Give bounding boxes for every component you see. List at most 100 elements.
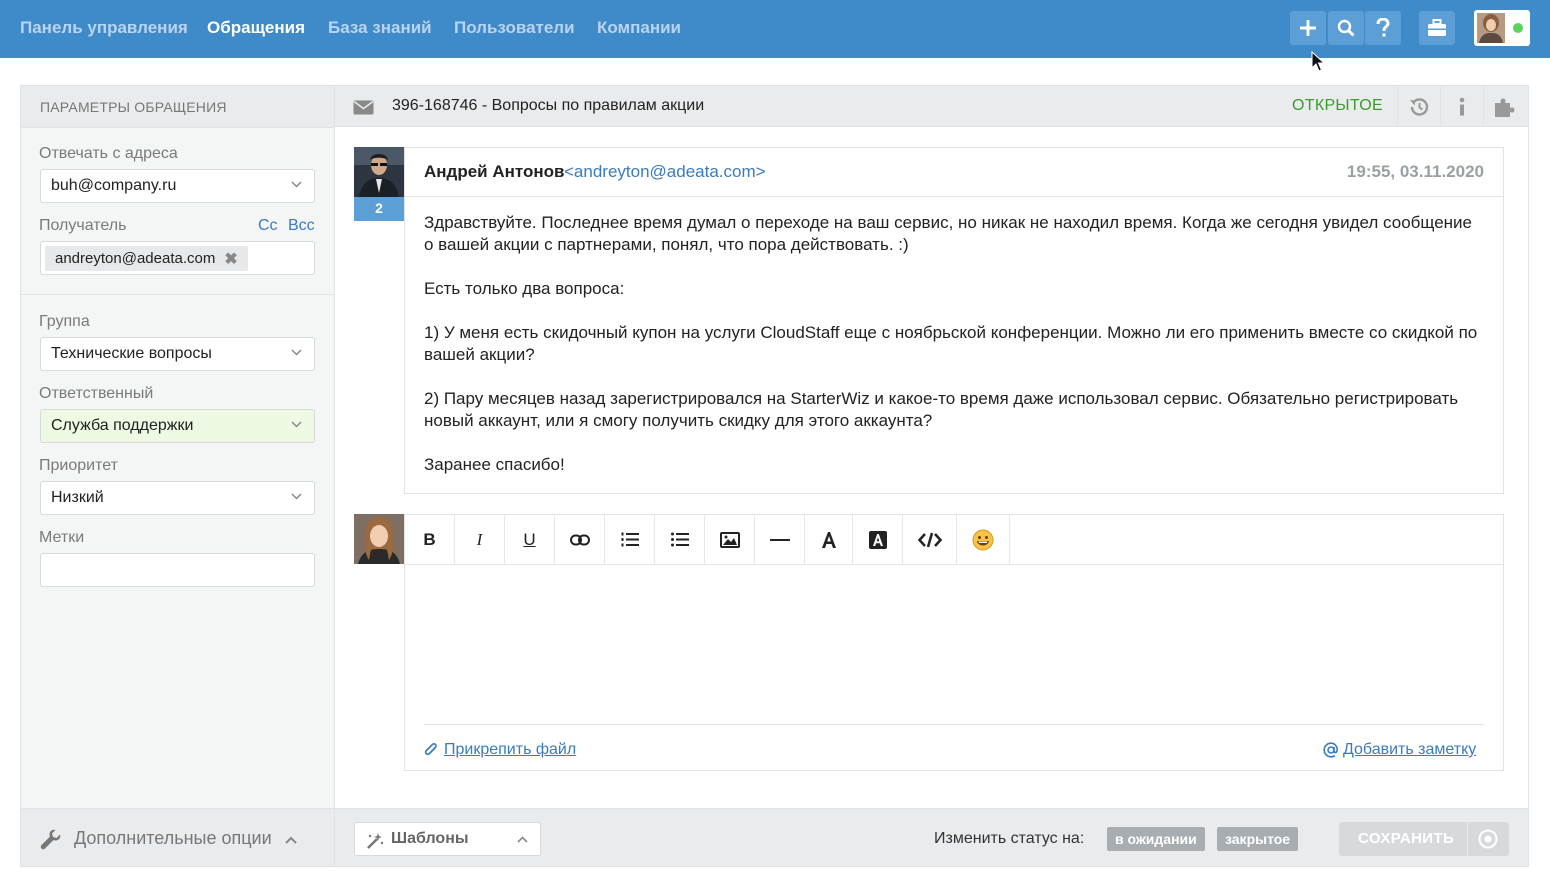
avatar bbox=[1477, 13, 1505, 43]
underline-icon: U bbox=[523, 529, 536, 549]
link-icon bbox=[569, 534, 590, 545]
briefcase-icon bbox=[1428, 19, 1446, 36]
ticket-action-bar: Шаблоны Изменить статус на: в ожидании з… bbox=[335, 808, 1528, 866]
tags-input[interactable] bbox=[40, 553, 315, 587]
insert-image-button[interactable] bbox=[705, 515, 755, 564]
search-button[interactable] bbox=[1328, 11, 1364, 45]
tags-label: Метки bbox=[39, 529, 85, 546]
save-button[interactable]: СОХРАНИТЬ bbox=[1339, 822, 1509, 856]
underline-button[interactable]: U bbox=[505, 515, 555, 564]
cc-link[interactable]: Cc bbox=[258, 217, 278, 235]
message-paragraph: 2) Пару месяцев назад зарегистрировался … bbox=[424, 389, 1459, 430]
add-button[interactable] bbox=[1290, 11, 1326, 45]
extra-options-toggle[interactable]: Дополнительные опции bbox=[21, 808, 334, 866]
chevron-up-icon bbox=[517, 836, 528, 843]
plugins-button[interactable] bbox=[1483, 86, 1526, 127]
agent-avatar bbox=[354, 514, 404, 564]
chevron-down-icon bbox=[291, 421, 302, 428]
assignee-label: Ответственный bbox=[39, 385, 154, 402]
sidebar-divider bbox=[21, 294, 334, 295]
reply-text-area[interactable] bbox=[424, 575, 1484, 725]
group-value: Технические вопросы bbox=[51, 345, 212, 362]
horizontal-rule-icon bbox=[769, 538, 790, 541]
message-author-email[interactable]: <andreyton@adeata.com> bbox=[564, 162, 766, 182]
message-timestamp: 19:55, 03.11.2020 bbox=[1346, 162, 1484, 181]
sidebar-title: ПАРАМЕТРЫ ОБРАЩЕНИЯ bbox=[40, 99, 227, 115]
assignee-value: Служба поддержки bbox=[51, 417, 194, 434]
at-sign-icon bbox=[1323, 742, 1338, 758]
priority-select[interactable]: Низкий bbox=[40, 481, 315, 515]
nav-item-tickets[interactable]: Обращения bbox=[207, 18, 305, 38]
record-icon[interactable] bbox=[1478, 829, 1498, 849]
message-body: Здравствуйте. Последнее время думал о пе… bbox=[424, 212, 1484, 498]
briefcase-button[interactable] bbox=[1419, 11, 1455, 45]
info-icon bbox=[1459, 97, 1465, 115]
italic-button[interactable]: I bbox=[455, 515, 505, 564]
assignee-select[interactable]: Служба поддержки bbox=[40, 409, 315, 443]
ticket-status-badge: ОТКРЫТОЕ bbox=[1292, 97, 1383, 114]
editor-toolbar: B I U bbox=[405, 515, 1503, 565]
ticket-title: 396-168746 - Вопросы по правилам акции bbox=[392, 97, 705, 114]
bold-button[interactable]: B bbox=[405, 515, 455, 564]
reply-editor: B I U Прикрепить файл Добавить заметку bbox=[404, 514, 1504, 771]
status-pending-button[interactable]: в ожидании bbox=[1107, 827, 1205, 851]
priority-value: Низкий bbox=[51, 489, 104, 506]
code-icon bbox=[917, 532, 942, 547]
chevron-down-icon bbox=[291, 349, 302, 356]
ordered-list-button[interactable] bbox=[605, 515, 655, 564]
paperclip-icon bbox=[424, 743, 437, 756]
chevron-up-icon bbox=[285, 836, 297, 844]
nav-item-companies[interactable]: Компании bbox=[597, 18, 681, 38]
remove-recipient-icon[interactable]: ✖ bbox=[224, 249, 237, 269]
templates-dropdown[interactable]: Шаблоны bbox=[354, 822, 541, 856]
chevron-down-icon bbox=[291, 493, 302, 500]
background-color-button[interactable] bbox=[853, 515, 903, 564]
reply-from-select[interactable]: buh@company.ru bbox=[40, 169, 315, 203]
bullet-list-button[interactable] bbox=[655, 515, 705, 564]
horizontal-rule-button[interactable] bbox=[755, 515, 805, 564]
image-icon bbox=[719, 531, 740, 548]
recipient-label: Получатель bbox=[39, 217, 127, 234]
customer-avatar bbox=[354, 147, 404, 197]
source-code-button[interactable] bbox=[903, 515, 957, 564]
group-select[interactable]: Технические вопросы bbox=[40, 337, 315, 371]
plus-icon bbox=[1300, 20, 1316, 36]
recipient-field[interactable]: andreyton@adeata.com ✖ bbox=[40, 241, 315, 275]
text-color-button[interactable] bbox=[805, 515, 853, 564]
templates-label: Шаблоны bbox=[391, 830, 469, 847]
emoji-button[interactable] bbox=[957, 515, 1010, 564]
add-note-link[interactable]: Добавить заметку bbox=[1343, 741, 1476, 759]
ordered-list-icon bbox=[621, 532, 639, 547]
puzzle-icon bbox=[1495, 98, 1515, 117]
message-paragraph: Есть только два вопроса: bbox=[424, 279, 625, 298]
message-paragraph: Заранее спасибо! bbox=[424, 455, 565, 474]
online-status-indicator bbox=[1513, 23, 1523, 33]
history-button[interactable] bbox=[1397, 86, 1440, 127]
link-button[interactable] bbox=[555, 515, 605, 564]
user-menu[interactable] bbox=[1474, 10, 1530, 46]
customer-message: Андрей Антонов <andreyton@adeata.com> 19… bbox=[404, 147, 1504, 494]
background-color-icon bbox=[868, 530, 887, 549]
nav-item-dashboard[interactable]: Панель управления bbox=[20, 18, 188, 38]
nav-item-users[interactable]: Пользователи bbox=[454, 18, 575, 38]
info-button[interactable] bbox=[1440, 86, 1483, 127]
save-button-divider bbox=[1467, 822, 1468, 856]
save-label: СОХРАНИТЬ bbox=[1358, 830, 1455, 847]
help-button[interactable] bbox=[1365, 11, 1401, 45]
message-paragraph: 1) У меня есть скидочный купон на услуги… bbox=[424, 323, 1478, 364]
message-author: Андрей Антонов bbox=[424, 162, 565, 181]
mouse-cursor-icon bbox=[1311, 51, 1325, 72]
history-icon bbox=[1410, 97, 1429, 116]
nav-item-knowledge-base[interactable]: База знаний bbox=[328, 18, 432, 38]
top-navigation-bar: Панель управления Обращения База знаний … bbox=[0, 0, 1550, 58]
text-color-icon bbox=[821, 531, 836, 548]
sidebar-header: ПАРАМЕТРЫ ОБРАЩЕНИЯ bbox=[21, 86, 334, 128]
recipient-tag-label: andreyton@adeata.com bbox=[55, 250, 216, 267]
attach-file-link[interactable]: Прикрепить файл bbox=[444, 741, 576, 759]
bcc-link[interactable]: Bcc bbox=[288, 217, 315, 235]
reply-from-label: Отвечать с адреса bbox=[39, 145, 178, 162]
status-closed-button[interactable]: закрытое bbox=[1217, 827, 1299, 851]
envelope-icon bbox=[353, 100, 374, 115]
italic-icon: I bbox=[476, 529, 483, 549]
group-label: Группа bbox=[39, 313, 90, 330]
